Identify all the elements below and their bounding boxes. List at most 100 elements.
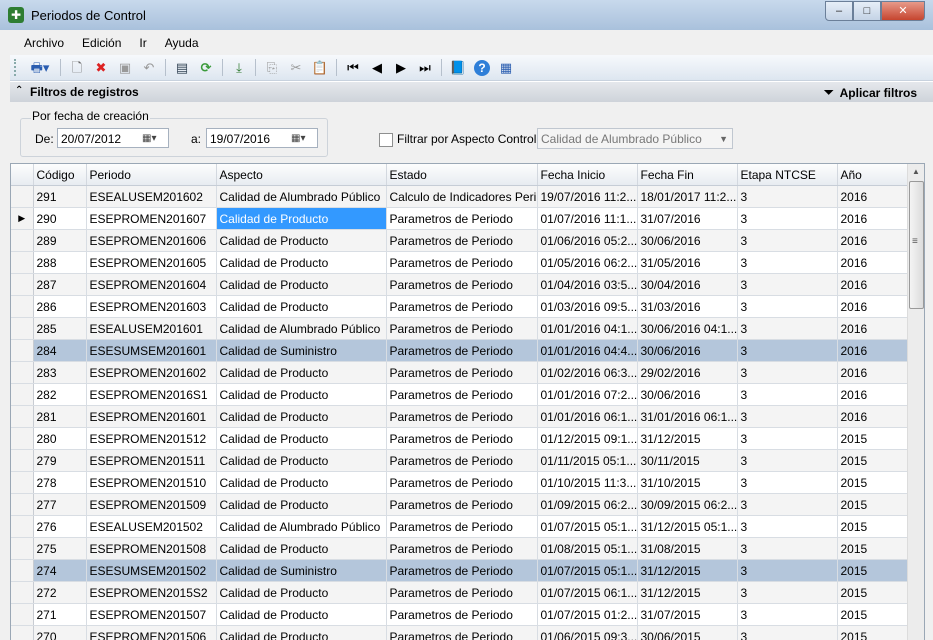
row-header[interactable]	[11, 493, 34, 516]
last-record-icon[interactable]: ⏭	[415, 58, 435, 78]
cell-codigo[interactable]: 275	[33, 537, 87, 560]
cell-fecha-inicio[interactable]: 01/07/2015 05:1...	[537, 515, 638, 538]
cell-ano[interactable]: 2015	[837, 471, 908, 494]
cell-ano[interactable]: 2016	[837, 383, 908, 406]
cell-estado[interactable]: Parametros de Periodo	[386, 493, 538, 516]
de-date-picker[interactable]: 20/07/2012 ▦▾	[57, 128, 169, 148]
cell-codigo[interactable]: 270	[33, 625, 87, 640]
filters-header[interactable]: ⌃ Filtros de registros ⏷ Aplicar filtros	[10, 81, 933, 103]
cell-estado[interactable]: Parametros de Periodo	[386, 471, 538, 494]
cell-estado[interactable]: Calculo de Indicadores Peri...	[386, 185, 538, 208]
cell-aspecto[interactable]: Calidad de Producto	[216, 427, 387, 450]
scroll-up-icon[interactable]: ▲	[908, 164, 924, 180]
toolbar-grip[interactable]	[14, 59, 20, 76]
cell-ano[interactable]: 2016	[837, 361, 908, 384]
apply-filters-button[interactable]: ⏷ Aplicar filtros	[824, 85, 917, 100]
row-header[interactable]	[11, 295, 34, 318]
cell-periodo[interactable]: ESEALUSEM201602	[86, 185, 217, 208]
cell-aspecto[interactable]: Calidad de Producto	[216, 537, 387, 560]
cell-fecha-fin[interactable]: 30/11/2015	[637, 449, 738, 472]
cell-estado[interactable]: Parametros de Periodo	[386, 449, 538, 472]
table-row[interactable]: 275 ESEPROMEN201508 Calidad de Producto Par…	[11, 537, 908, 560]
undo-icon[interactable]: ↶	[139, 58, 159, 78]
cell-ano[interactable]: 2016	[837, 295, 908, 318]
cell-estado[interactable]: Parametros de Periodo	[386, 603, 538, 626]
cell-codigo[interactable]: 282	[33, 383, 87, 406]
cell-etapa-ntcse[interactable]: 3	[737, 207, 838, 230]
cell-etapa-ntcse[interactable]: 3	[737, 383, 838, 406]
cell-codigo[interactable]: 271	[33, 603, 87, 626]
cell-etapa-ntcse[interactable]: 3	[737, 405, 838, 428]
cell-codigo[interactable]: 283	[33, 361, 87, 384]
cell-aspecto[interactable]: Calidad de Suministro	[216, 559, 387, 582]
cell-codigo[interactable]: 280	[33, 427, 87, 450]
cell-fecha-fin[interactable]: 31/03/2016	[637, 295, 738, 318]
cell-fecha-fin[interactable]: 29/02/2016	[637, 361, 738, 384]
cell-aspecto[interactable]: Calidad de Producto	[216, 625, 387, 640]
cell-ano[interactable]: 2016	[837, 405, 908, 428]
cell-ano[interactable]: 2015	[837, 537, 908, 560]
table-row[interactable]: 272 ESEPROMEN2015S2 Calidad de Producto Par…	[11, 581, 908, 604]
table-row[interactable]: 287 ESEPROMEN201604 Calidad de Producto Par…	[11, 273, 908, 296]
cell-periodo[interactable]: ESEALUSEM201601	[86, 317, 217, 340]
cell-estado[interactable]: Parametros de Periodo	[386, 559, 538, 582]
row-header[interactable]	[11, 537, 34, 560]
cell-etapa-ntcse[interactable]: 3	[737, 295, 838, 318]
cell-fecha-inicio[interactable]: 01/07/2015 05:1...	[537, 559, 638, 582]
cell-codigo[interactable]: 279	[33, 449, 87, 472]
print-icon[interactable]: 🖶▾	[26, 58, 54, 78]
cell-codigo[interactable]: 284	[33, 339, 87, 362]
cell-periodo[interactable]: ESEALUSEM201502	[86, 515, 217, 538]
cell-aspecto[interactable]: Calidad de Alumbrado Público	[216, 185, 387, 208]
cell-estado[interactable]: Parametros de Periodo	[386, 515, 538, 538]
cell-periodo[interactable]: ESEPROMEN201606	[86, 229, 217, 252]
row-header[interactable]	[11, 383, 34, 406]
cell-estado[interactable]: Parametros de Periodo	[386, 207, 538, 230]
cell-periodo[interactable]: ESEPROMEN201602	[86, 361, 217, 384]
save-icon[interactable]: ▣	[115, 58, 135, 78]
cell-aspecto[interactable]: Calidad de Producto	[216, 207, 387, 230]
table-row[interactable]: 277 ESEPROMEN201509 Calidad de Producto Par…	[11, 493, 908, 516]
cell-ano[interactable]: 2016	[837, 339, 908, 362]
collapse-chevron-icon[interactable]: ⌃	[15, 85, 23, 96]
cell-periodo[interactable]: ESEPROMEN201603	[86, 295, 217, 318]
cell-fecha-inicio[interactable]: 01/08/2015 05:1...	[537, 537, 638, 560]
row-header[interactable]	[11, 339, 34, 362]
table-row[interactable]: 283 ESEPROMEN201602 Calidad de Producto Par…	[11, 361, 908, 384]
cell-periodo[interactable]: ESEPROMEN2015S2	[86, 581, 217, 604]
cell-fecha-fin[interactable]: 31/10/2015	[637, 471, 738, 494]
cell-aspecto[interactable]: Calidad de Producto	[216, 383, 387, 406]
cell-fecha-fin[interactable]: 30/04/2016	[637, 273, 738, 296]
cell-codigo[interactable]: 287	[33, 273, 87, 296]
cell-etapa-ntcse[interactable]: 3	[737, 185, 838, 208]
download-icon[interactable]: ⤓	[229, 58, 249, 78]
column-header-aspecto[interactable]: Aspecto	[216, 164, 387, 186]
cell-codigo[interactable]: 290	[33, 207, 87, 230]
cell-aspecto[interactable]: Calidad de Producto	[216, 493, 387, 516]
row-header[interactable]	[11, 559, 34, 582]
cell-fecha-inicio[interactable]: 01/03/2016 09:5...	[537, 295, 638, 318]
cell-periodo[interactable]: ESEPROMEN201601	[86, 405, 217, 428]
cell-ano[interactable]: 2016	[837, 229, 908, 252]
cell-fecha-inicio[interactable]: 01/07/2015 06:1...	[537, 581, 638, 604]
cell-fecha-fin[interactable]: 31/12/2015	[637, 427, 738, 450]
cell-periodo[interactable]: ESEPROMEN201604	[86, 273, 217, 296]
cell-fecha-inicio[interactable]: 01/05/2016 06:2...	[537, 251, 638, 274]
cell-codigo[interactable]: 291	[33, 185, 87, 208]
a-date-picker[interactable]: 19/07/2016 ▦▾	[206, 128, 318, 148]
cell-estado[interactable]: Parametros de Periodo	[386, 339, 538, 362]
cell-estado[interactable]: Parametros de Periodo	[386, 625, 538, 640]
cell-fecha-inicio[interactable]: 19/07/2016 11:2...	[537, 185, 638, 208]
cell-aspecto[interactable]: Calidad de Suministro	[216, 339, 387, 362]
cell-fecha-fin[interactable]: 31/07/2015	[637, 603, 738, 626]
cell-aspecto[interactable]: Calidad de Alumbrado Público	[216, 317, 387, 340]
cell-ano[interactable]: 2015	[837, 603, 908, 626]
cell-estado[interactable]: Parametros de Periodo	[386, 427, 538, 450]
cell-estado[interactable]: Parametros de Periodo	[386, 383, 538, 406]
table-row[interactable]: 288 ESEPROMEN201605 Calidad de Producto Par…	[11, 251, 908, 274]
cell-periodo[interactable]: ESEPROMEN201605	[86, 251, 217, 274]
first-record-icon[interactable]: ⏮	[343, 58, 363, 78]
cell-codigo[interactable]: 289	[33, 229, 87, 252]
column-header-periodo[interactable]: Periodo	[86, 164, 217, 186]
cell-aspecto[interactable]: Calidad de Producto	[216, 449, 387, 472]
